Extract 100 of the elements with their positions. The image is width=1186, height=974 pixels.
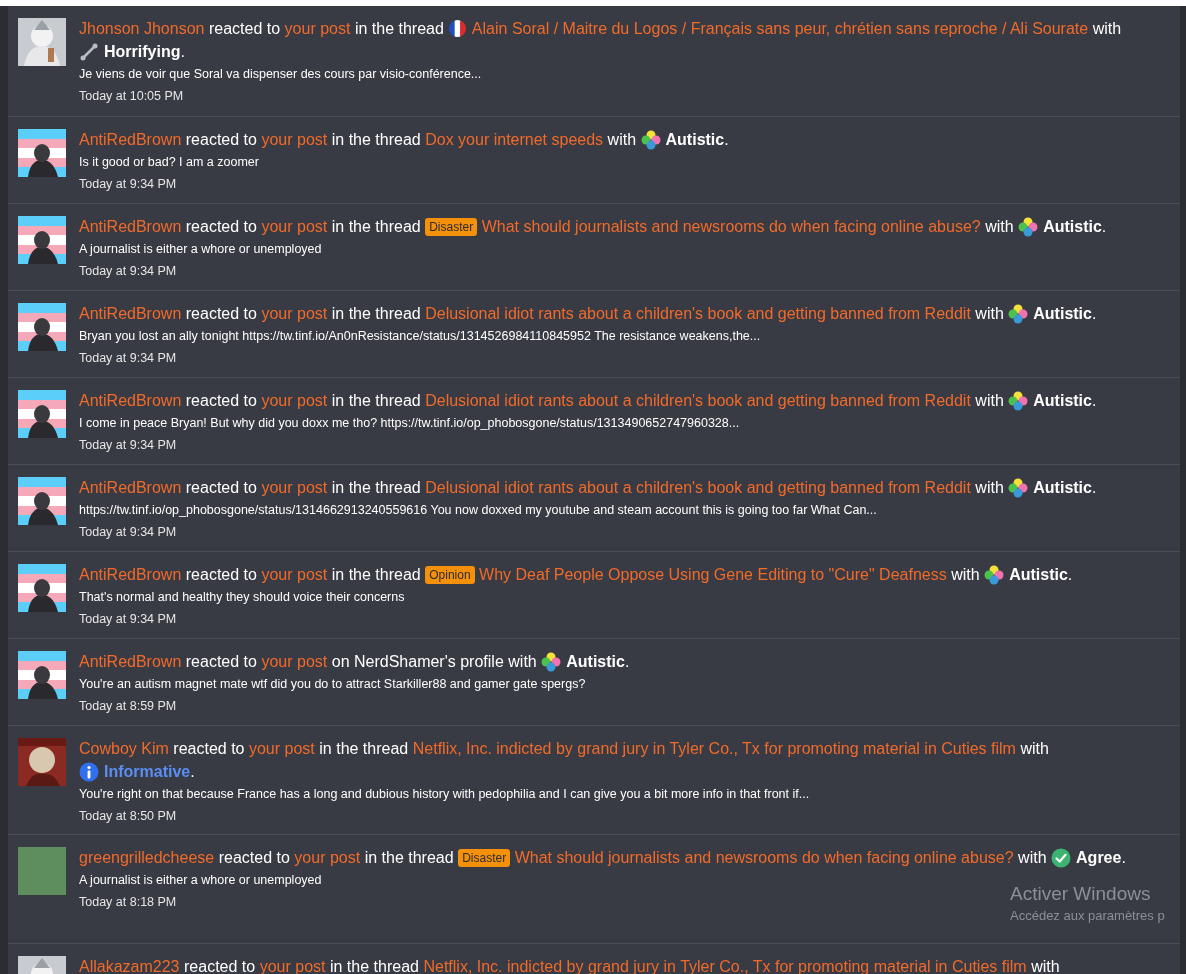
puzzle-icon bbox=[541, 651, 562, 672]
alert-time[interactable]: Today at 8:59 PM bbox=[79, 696, 177, 716]
user-link[interactable]: AntiRedBrown bbox=[79, 302, 182, 325]
punctuation: . bbox=[1101, 217, 1107, 237]
thread-link[interactable]: Why Deaf People Oppose Using Gene Editing to "Cure" Deafness bbox=[479, 563, 947, 586]
alert-time[interactable]: Today at 9:34 PM bbox=[79, 348, 177, 368]
alert-time[interactable]: Today at 9:34 PM bbox=[79, 174, 177, 194]
post-link[interactable]: your post bbox=[261, 650, 328, 673]
puzzle-icon bbox=[1018, 216, 1039, 237]
alert-text: in the thread bbox=[331, 391, 421, 411]
alert-text: with bbox=[985, 217, 1014, 237]
thread-link[interactable]: Delusional idiot rants about a children's book and getting banned from Reddit bbox=[425, 302, 971, 325]
post-link[interactable]: your post bbox=[294, 846, 361, 869]
alert-text: reacted to bbox=[185, 478, 257, 498]
reaction-name: Informative bbox=[104, 762, 191, 782]
post-snippet: Je viens de voir que Soral va dispenser des cours par visio-conférence... bbox=[79, 66, 482, 83]
user-link[interactable]: Allakazam223 bbox=[79, 955, 180, 974]
info-icon bbox=[79, 761, 99, 782]
alert-time[interactable]: Today at 8:50 PM bbox=[79, 806, 177, 826]
alert-text: with bbox=[607, 130, 637, 150]
alert-text: reacted to bbox=[208, 19, 281, 39]
checkmark-icon bbox=[1051, 847, 1072, 868]
alert-text: with bbox=[975, 478, 1004, 498]
user-link[interactable]: Jhonson Jhonson bbox=[79, 17, 205, 40]
post-snippet: That's normal and healthy they should voice their concerns bbox=[79, 589, 405, 606]
alert-time[interactable]: Today at 9:34 PM bbox=[79, 609, 177, 629]
thread-link[interactable]: Netflix, Inc. indicted by grand jury in Tyler Co., Tx for promoting material in Cuties film bbox=[412, 737, 1016, 760]
alert-text: in the thread bbox=[354, 19, 444, 39]
thread-link[interactable]: Dox your internet speeds bbox=[425, 128, 604, 151]
post-link[interactable]: your post bbox=[261, 563, 328, 586]
reaction-name: Autistic bbox=[566, 652, 625, 672]
alert-text: reacted to bbox=[218, 848, 290, 868]
puzzle-icon bbox=[1008, 390, 1029, 411]
reaction-name: Agree bbox=[1076, 848, 1122, 868]
alert-text: with bbox=[975, 304, 1004, 324]
puzzle-icon bbox=[984, 564, 1005, 585]
reaction-name: Autistic bbox=[665, 130, 725, 150]
post-link[interactable]: your post bbox=[261, 128, 328, 151]
alert-text: with bbox=[508, 652, 537, 672]
thread-link[interactable]: What should journalists and newsrooms do when facing online abuse? bbox=[481, 215, 981, 238]
reaction-name: Autistic bbox=[1043, 217, 1102, 237]
alert-time[interactable]: Today at 8:18 PM bbox=[79, 892, 177, 912]
alert-text: reacted to bbox=[185, 565, 257, 585]
activation-notice-title: Activer Windows bbox=[1010, 882, 1152, 906]
alert-text: reacted to bbox=[185, 304, 257, 324]
alert-text: with bbox=[951, 565, 980, 585]
post-link[interactable]: your post bbox=[261, 389, 328, 412]
punctuation: . bbox=[724, 130, 729, 150]
thread-link[interactable]: Alain Soral / Maitre du Logos / Français sans peur, chrétien sans reproche / Ali Sourate bbox=[471, 17, 1089, 40]
user-link[interactable]: AntiRedBrown bbox=[79, 476, 182, 499]
alert-text: with bbox=[1092, 19, 1122, 39]
alert-text: reacted to bbox=[184, 957, 256, 974]
punctuation: . bbox=[180, 42, 185, 62]
user-link[interactable]: AntiRedBrown bbox=[79, 215, 182, 238]
post-snippet: I come in peace Bryan! But why did you doxx me tho? https://tw.tinf.io/op_phobosgone/status/1313490652747960328... bbox=[79, 415, 740, 432]
post-link[interactable]: your post bbox=[261, 302, 328, 325]
alert-text: reacted to bbox=[185, 391, 257, 411]
thread-link[interactable]: Delusional idiot rants about a children's book and getting banned from Reddit bbox=[425, 389, 971, 412]
post-link[interactable]: your post bbox=[284, 17, 351, 40]
puzzle-icon bbox=[1008, 303, 1029, 324]
user-link[interactable]: greengrilledcheese bbox=[79, 846, 215, 869]
post-snippet: A journalist is either a whore or unemployed bbox=[79, 872, 322, 889]
punctuation: . bbox=[1121, 848, 1126, 868]
post-snippet: You're right on that because France has a long and dubious history with pedophilia and I can give you a bit more info in that front if... bbox=[79, 786, 810, 803]
puzzle-icon bbox=[1008, 477, 1029, 498]
user-link[interactable]: Cowboy Kim bbox=[79, 737, 169, 760]
alert-text: in the thread bbox=[329, 957, 419, 974]
post-snippet: A journalist is either a whore or unemployed bbox=[79, 241, 322, 258]
user-link[interactable]: AntiRedBrown bbox=[79, 563, 182, 586]
post-link[interactable]: your post bbox=[248, 737, 315, 760]
post-link[interactable]: your post bbox=[261, 476, 328, 499]
alert-time[interactable]: Today at 9:34 PM bbox=[79, 522, 177, 542]
flag-icon bbox=[448, 19, 468, 38]
alert-time[interactable]: Today at 9:34 PM bbox=[79, 261, 177, 281]
alert-text: reacted to bbox=[185, 130, 257, 150]
user-link[interactable]: AntiRedBrown bbox=[79, 650, 182, 673]
reaction-name: Autistic bbox=[1009, 565, 1068, 585]
post-snippet: Is it good or bad? I am a zoomer bbox=[79, 154, 259, 171]
punctuation: . bbox=[1091, 478, 1097, 498]
alert-text: in the thread bbox=[331, 304, 421, 324]
alert-time[interactable]: Today at 9:34 PM bbox=[79, 435, 177, 455]
alert-text: with bbox=[1020, 739, 1049, 759]
reaction-name: Autistic bbox=[1033, 478, 1092, 498]
reaction-name: Horrifying bbox=[104, 42, 181, 62]
bone-icon bbox=[79, 41, 99, 62]
alert-text: with bbox=[975, 391, 1004, 411]
punctuation: . bbox=[1091, 304, 1097, 324]
alert-text: in the thread bbox=[319, 739, 409, 759]
thread-link[interactable]: Delusional idiot rants about a children's book and getting banned from Reddit bbox=[425, 476, 971, 499]
thread-link[interactable]: What should journalists and newsrooms do when facing online abuse? bbox=[514, 846, 1014, 869]
user-link[interactable]: AntiRedBrown bbox=[79, 128, 182, 151]
user-link[interactable]: AntiRedBrown bbox=[79, 389, 182, 412]
alert-text: reacted to bbox=[173, 739, 245, 759]
punctuation: . bbox=[1091, 391, 1097, 411]
post-link[interactable]: your post bbox=[261, 215, 328, 238]
alert-time[interactable]: Today at 10:05 PM bbox=[79, 86, 184, 106]
puzzle-icon bbox=[640, 129, 661, 150]
post-snippet: You're an autism magnet mate wtf did you do to attract Starkiller88 and gamer gate spergs? bbox=[79, 676, 586, 693]
alert-text: reacted to bbox=[185, 217, 257, 237]
alert-text: in the thread bbox=[364, 848, 454, 868]
